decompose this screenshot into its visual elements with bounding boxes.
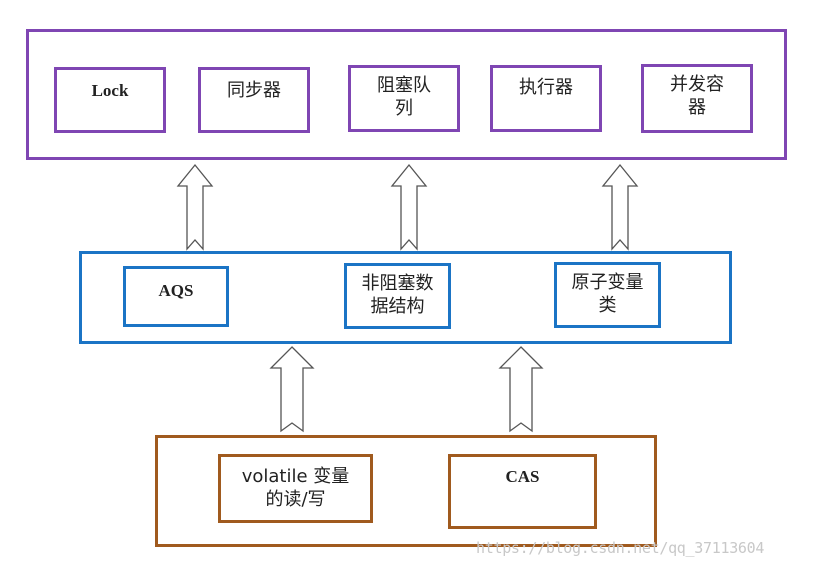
arrow-up-icon [390,163,428,251]
arrow-up-icon [601,163,639,251]
arrows-layer [176,163,639,433]
arrow-up-icon [498,346,544,433]
arrow-up-icon [176,163,214,251]
arrow-up-icon [269,346,315,433]
watermark: https://blog.csdn.net/qq_37113604 [476,539,765,557]
